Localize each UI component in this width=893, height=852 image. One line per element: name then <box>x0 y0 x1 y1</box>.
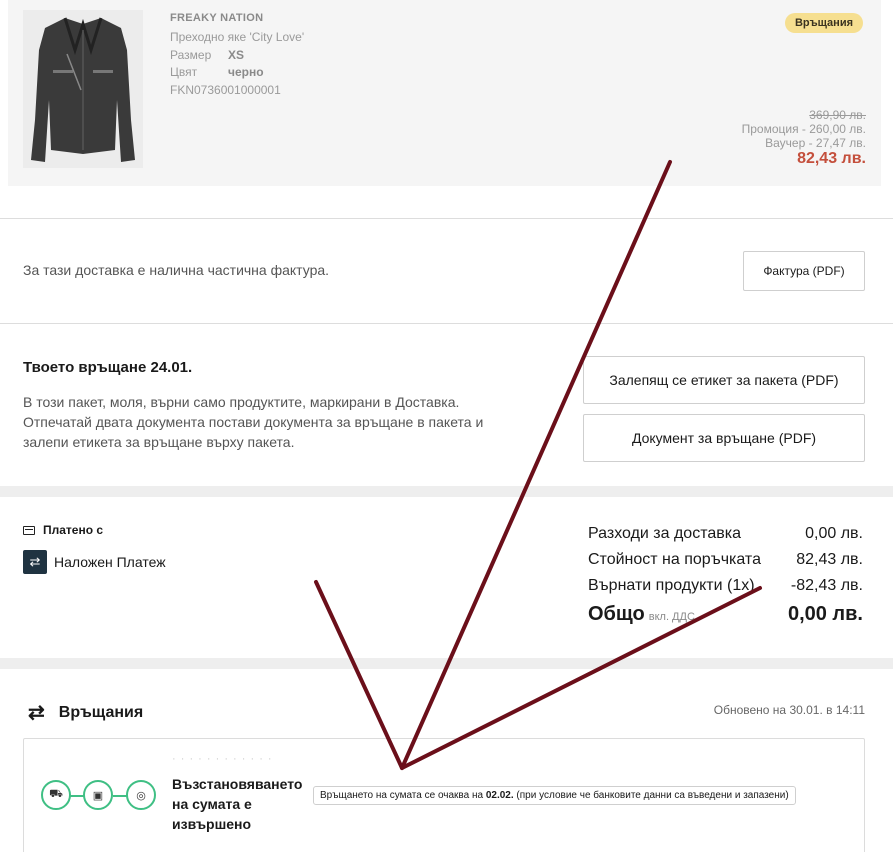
return-label-pdf-button[interactable]: Залепящ се етикет за пакета (PDF) <box>583 356 865 404</box>
coins-icon: ◎ <box>126 780 156 810</box>
product-card: FREAKY NATION Преходно яке 'City Love' Р… <box>8 0 881 186</box>
color-label: Цвят <box>170 65 198 79</box>
size-value: XS <box>228 48 245 62</box>
summary-label: Разходи за доставка <box>588 525 741 542</box>
summary-row-shipping: Разходи за доставка 0,00 лв. <box>588 524 863 550</box>
payment-method: ⇄ Наложен Платеж <box>23 550 166 574</box>
jacket-image <box>31 17 135 162</box>
product-brand: FREAKY NATION <box>170 12 264 24</box>
summary-value: 82,43 лв. <box>796 551 863 568</box>
summary-value: 0,00 лв. <box>805 525 863 542</box>
divider <box>0 218 893 219</box>
summary-row-returned: Върнати продукти (1x) -82,43 лв. <box>588 576 863 602</box>
return-status: Възстановяването на сумата е извършено <box>172 776 303 832</box>
invoice-pdf-button[interactable]: Фактура (PDF) <box>743 251 865 291</box>
return-card[interactable]: ⛟ ▣ ◎ · · · · · · · · · · · · Възстановя… <box>23 738 865 852</box>
return-status-badge: Връщания <box>784 13 863 33</box>
tooltip-suffix: (при условие че банковите данни са въвед… <box>513 790 789 801</box>
payment-method-label: Наложен Платеж <box>54 554 166 570</box>
product-sku: FKN0736001000001 <box>170 83 281 97</box>
returns-header: ⇄ Връщания <box>28 700 143 725</box>
product-size: Размер XS <box>170 48 244 62</box>
arrow-shaft <box>400 160 672 770</box>
divider <box>0 323 893 324</box>
total-value: 0,00 лв. <box>787 603 863 625</box>
section-separator <box>0 486 893 497</box>
invoice-info-text: За тази доставка е налична частична факт… <box>23 262 330 278</box>
paid-with-label: Платено с <box>43 523 104 537</box>
credit-card-icon <box>23 525 35 535</box>
price-promotion: Промоция - 260,00 лв. <box>741 122 866 136</box>
return-title: Твоето връщане 24.01. <box>23 359 193 376</box>
price-block: 369,90 лв. Промоция - 260,00 лв. Ваучер … <box>741 108 866 167</box>
returns-updated: Обновено на 30.01. в 14:11 <box>713 703 865 717</box>
price-final: 82,43 лв. <box>797 150 866 167</box>
paid-with: Платено с <box>23 523 103 537</box>
size-label: Размер <box>170 48 212 62</box>
truck-icon: ⛟ <box>41 780 71 810</box>
color-value: черно <box>228 65 264 79</box>
cash-on-delivery-icon: ⇄ <box>23 550 47 574</box>
refund-tooltip: Връщането на сумата се очаква на 02.02. … <box>313 786 796 805</box>
product-color: Цвят черно <box>170 65 264 79</box>
price-voucher: Ваучер - 27,47 лв. <box>765 136 866 150</box>
total-label: Общо <box>588 603 645 625</box>
summary-label: Стойност на поръчката <box>588 551 761 568</box>
order-summary: Разходи за доставка 0,00 лв. Стойност на… <box>588 524 863 630</box>
total-incl-vat: вкл. ДДС <box>648 611 695 623</box>
return-tracking-id: · · · · · · · · · · · · <box>172 753 273 765</box>
return-document-pdf-button[interactable]: Документ за връщане (PDF) <box>583 414 865 462</box>
swap-arrows-icon: ⇄ <box>28 702 45 724</box>
section-separator <box>0 658 893 669</box>
price-original: 369,90 лв. <box>809 108 866 122</box>
summary-value: -82,43 лв. <box>790 577 863 594</box>
return-description: В този пакет, моля, върни само продуктит… <box>23 394 484 450</box>
product-image[interactable] <box>23 10 143 168</box>
summary-row-total: Общо вкл. ДДС 0,00 лв. <box>588 604 863 630</box>
tooltip-date: 02.02. <box>485 790 514 801</box>
tooltip-prefix: Връщането на сумата се очаква на <box>320 790 486 801</box>
summary-row-order-value: Стойност на поръчката 82,43 лв. <box>588 550 863 576</box>
package-icon: ▣ <box>83 780 113 810</box>
returns-title: Връщания <box>58 703 144 721</box>
product-name: Преходно яке 'City Love' <box>170 30 305 44</box>
summary-label: Върнати продукти (1x) <box>588 577 755 594</box>
